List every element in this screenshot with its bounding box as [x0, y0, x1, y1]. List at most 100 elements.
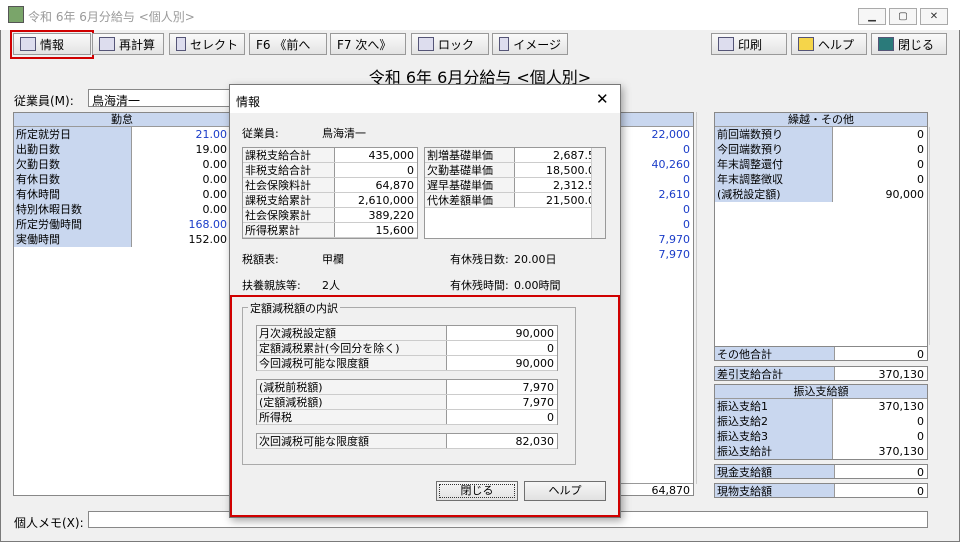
breakdown-title: 定額減税額の内訳 — [248, 300, 340, 316]
row-label: 社会保険料計 — [243, 178, 335, 192]
employee-select[interactable]: 鳥海清一 — [88, 89, 234, 108]
row-label: 前回端数預り — [715, 127, 833, 142]
table-row: 7,970 — [619, 247, 693, 262]
row-label: 月次減税設定額 — [257, 326, 447, 340]
paid-leave-days-value: 20.00日 — [514, 253, 557, 266]
row-value: 90,000 — [885, 188, 925, 201]
maximize-button[interactable]: ▢ — [889, 8, 917, 25]
row-value: 370,130 — [878, 400, 925, 413]
breakdown-grid-3: 次回減税可能な限度額 82,030 — [256, 433, 558, 449]
dialog-employee-name: 鳥海清一 — [322, 127, 366, 140]
lock-button[interactable]: ロック — [411, 33, 489, 55]
table-row: 0 — [619, 202, 693, 217]
select-button[interactable]: セレクト — [169, 33, 245, 55]
table-row: 40,260 — [619, 157, 693, 172]
tax-table-label: 税額表: — [242, 253, 279, 266]
row-value: 0.00 — [202, 158, 228, 171]
middle-panel: 22,000 0 40,260 0 2,610 0 0 7,970 7,970 64,870 — [618, 112, 694, 497]
row-label: (定額減税額) — [257, 395, 447, 409]
dialog-help-button[interactable]: ヘルプ — [524, 481, 606, 501]
table-row: 振込支給計 370,130 — [715, 444, 927, 459]
row-value: 0 — [917, 173, 924, 186]
print-button[interactable]: 印刷 — [711, 33, 787, 55]
row-value: 0 — [917, 143, 924, 156]
middle-scrollbar[interactable] — [696, 112, 708, 484]
table-row: 22,000 — [619, 127, 693, 142]
table-row: 代休差額単価 21,500.00 — [425, 193, 605, 208]
tax-table-value: 甲欄 — [322, 253, 344, 266]
row-value: 0.00 — [202, 173, 228, 186]
app-icon — [8, 6, 24, 23]
select-icon — [176, 37, 186, 51]
row-label: (減税前税額) — [257, 380, 447, 394]
goods-row: 現物支給額 0 — [714, 483, 928, 498]
row-value: 64,870 — [375, 179, 415, 192]
table-row: 所定就労日 21.00 — [14, 127, 230, 142]
next-button[interactable]: F7 次へ》 — [330, 33, 406, 55]
window-title: 令和 6年 6月分給与 <個人別> — [28, 10, 195, 24]
row-label: 年末調整還付 — [715, 157, 833, 172]
table-row: 次回減税可能な限度額 82,030 — [257, 434, 557, 449]
row-value: 7,970 — [658, 248, 691, 261]
row-value: 0 — [917, 128, 924, 141]
row-label: 代休差額単価 — [425, 193, 515, 207]
table-row: 課税支給合計 435,000 — [243, 148, 417, 163]
row-value: 19.00 — [195, 143, 228, 156]
prev-button[interactable]: F6 《前へ — [249, 33, 327, 55]
row-label: 所得税 — [257, 410, 447, 424]
row-label: 有休日数 — [14, 172, 132, 187]
row-value: 0.00 — [202, 188, 228, 201]
table-row: 定額減税累計(今回分を除く) 0 — [257, 341, 557, 356]
table-row: 振込支給2 0 — [715, 414, 927, 429]
row-value: 22,000 — [651, 128, 691, 141]
help-button[interactable]: ヘルプ — [791, 33, 867, 55]
dialog-title: 情報 — [230, 85, 620, 113]
row-value: 7,970 — [658, 233, 691, 246]
image-button[interactable]: イメージ — [492, 33, 568, 55]
row-value: 0 — [547, 411, 554, 424]
transfer-header: 振込支給額 — [715, 385, 927, 399]
carry-panel: 繰越・その他 前回端数預り 0 今回端数預り 0 年末調整還付 0 年末調整徴収 0 (減税設定… — [714, 112, 928, 360]
row-label: 社会保険累計 — [243, 208, 335, 222]
row-value: 0 — [407, 164, 414, 177]
dependents-value: 2人 — [322, 279, 340, 292]
row-value: 7,970 — [522, 381, 555, 394]
row-value: 90,000 — [515, 357, 555, 370]
row-label: 実働時間 — [14, 232, 132, 247]
carry-header: 繰越・その他 — [715, 113, 927, 127]
dialog-employee-label: 従業員: — [242, 127, 279, 140]
row-label: 今回端数預り — [715, 142, 833, 157]
row-label: 課税支給合計 — [243, 148, 335, 162]
minimize-button[interactable]: ▁ — [858, 8, 886, 25]
row-label: (減税設定額) — [715, 187, 833, 202]
row-value: 7,970 — [522, 396, 555, 409]
lock-icon — [418, 37, 434, 51]
row-value: 0 — [683, 218, 690, 231]
close-window-button[interactable]: ✕ — [920, 8, 948, 25]
close-button[interactable]: 閉じる — [871, 33, 947, 55]
table-row: 前回端数預り 0 — [715, 127, 927, 142]
dialog-close-button[interactable]: 閉じる — [436, 481, 518, 501]
table-row: 7,970 — [619, 232, 693, 247]
row-label: 非税支給合計 — [243, 163, 335, 177]
row-label: 所得税累計 — [243, 223, 335, 237]
row-label: 年末調整徴収 — [715, 172, 833, 187]
rate-grid: 割増基礎単価 2,687.50 欠勤基礎単価 18,500.00 遅早基礎単価 2,312… — [424, 147, 606, 239]
table-row: 所定労働時間 168.00 — [14, 217, 230, 232]
row-label: 欠勤基礎単価 — [425, 163, 515, 177]
carry-scrollbar[interactable] — [929, 127, 941, 345]
table-row: 月次減税設定額 90,000 — [257, 326, 557, 341]
rate-grid-scrollbar[interactable] — [591, 148, 605, 238]
row-value: 389,220 — [368, 209, 415, 222]
dialog-close-icon[interactable]: ✕ — [596, 90, 609, 108]
recalc-button[interactable]: 再計算 — [92, 33, 164, 55]
row-value: 0 — [683, 203, 690, 216]
table-row: 特別休暇日数 0.00 — [14, 202, 230, 217]
row-label: 特別休暇日数 — [14, 202, 132, 217]
table-row: 振込支給3 0 — [715, 429, 927, 444]
exit-icon — [878, 37, 894, 51]
table-row: 2,610 — [619, 187, 693, 202]
table-row: 所得税累計 15,600 — [243, 223, 417, 238]
table-row: (減税設定額) 90,000 — [715, 187, 927, 202]
row-value: 2,610,000 — [358, 194, 414, 207]
